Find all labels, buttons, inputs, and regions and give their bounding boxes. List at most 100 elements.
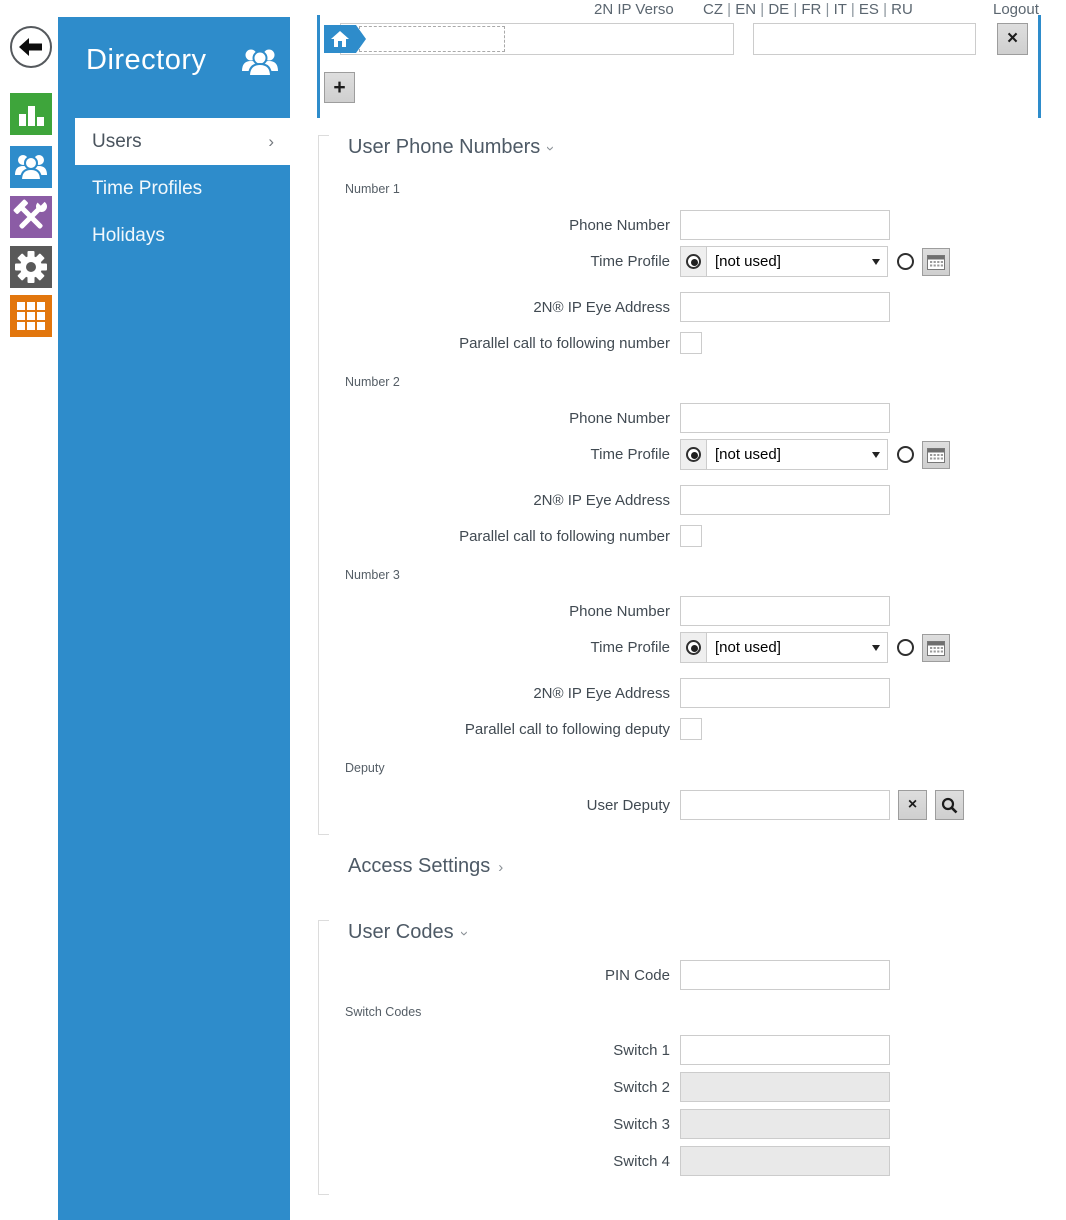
home-icon: [331, 31, 349, 47]
time-profile-3-select[interactable]: [not used]: [706, 632, 888, 663]
calendar-icon: [927, 447, 945, 463]
chevron-right-icon: ›: [268, 132, 274, 152]
calendar-icon: [927, 640, 945, 656]
section-title-access-settings[interactable]: Access Settings›: [348, 855, 503, 878]
ip-eye-address-1-input[interactable]: [680, 292, 890, 322]
time-profile-1-label: Time Profile: [318, 253, 680, 270]
ip-eye-address-1-label: 2N® IP Eye Address: [318, 299, 680, 316]
add-user-button[interactable]: +: [324, 72, 355, 103]
section-title-user-codes[interactable]: User Codes›: [348, 921, 467, 944]
sidebar: Directory Users›Time ProfilesHolidays: [58, 17, 290, 1220]
switch-3-row: Switch 3: [318, 1109, 978, 1139]
phone-number-1-label: Phone Number: [318, 217, 680, 234]
time-profile-3-calendar-radio[interactable]: [897, 639, 914, 656]
phone-number-2-label: Phone Number: [318, 410, 680, 427]
ip-eye-address-2-label: 2N® IP Eye Address: [318, 492, 680, 509]
phone-number-1-input[interactable]: [680, 210, 890, 240]
parallel-call-1-checkbox[interactable]: [680, 332, 702, 354]
calendar-icon: [927, 254, 945, 270]
nav-directory[interactable]: [10, 146, 52, 188]
user-tab[interactable]: [324, 25, 356, 53]
plus-icon: +: [333, 76, 345, 100]
user-tab-panel: × +: [317, 15, 1041, 118]
parallel-call-3-label: Parallel call to following deputy: [318, 721, 680, 738]
time-profile-2-select[interactable]: [not used]: [706, 439, 888, 470]
switch-4-row: Switch 4: [318, 1146, 978, 1176]
user-deputy-label: User Deputy: [318, 797, 680, 814]
switch-2-label: Switch 2: [318, 1079, 680, 1096]
chevron-down-icon: ›: [456, 931, 473, 936]
ip-eye-address-2-input[interactable]: [680, 485, 890, 515]
time-profile-2-calendar-button[interactable]: [922, 441, 950, 469]
time-profile-3-calendar-button[interactable]: [922, 634, 950, 662]
sidebar-menu: Users› Time Profiles Holidays: [58, 118, 290, 259]
chevron-down-icon: ›: [542, 146, 559, 151]
time-profile-1-select[interactable]: [not used]: [706, 246, 888, 277]
sidebar-item-label: Time Profiles: [92, 178, 202, 200]
time-profile-3-label: Time Profile: [318, 639, 680, 656]
group-label-number-1: Number 1: [345, 182, 400, 196]
group-label-deputy: Deputy: [345, 761, 385, 775]
time-profile-2-label: Time Profile: [318, 446, 680, 463]
time-profile-1-radio-box: [680, 246, 706, 277]
pin-code-label: PIN Code: [318, 967, 680, 984]
switch-2-row: Switch 2: [318, 1072, 978, 1102]
time-profile-3-radio-box: [680, 632, 706, 663]
user-name-input[interactable]: [359, 26, 505, 52]
switch-3-label: Switch 3: [318, 1116, 680, 1133]
sidebar-item-time-profiles[interactable]: Time Profiles: [58, 165, 290, 212]
close-icon: ×: [908, 796, 917, 814]
parallel-call-2-checkbox[interactable]: [680, 525, 702, 547]
parallel-call-1-label: Parallel call to following number: [318, 335, 680, 352]
search-deputy-button[interactable]: [935, 790, 964, 820]
delete-user-button[interactable]: ×: [997, 23, 1028, 55]
switch-3-input: [680, 1109, 890, 1139]
switch-4-input: [680, 1146, 890, 1176]
chevron-right-icon: ›: [498, 859, 503, 876]
switch-1-row: Switch 1: [318, 1035, 978, 1065]
nav-system[interactable]: [10, 295, 52, 337]
sidebar-item-label: Holidays: [92, 225, 165, 247]
time-profile-2-radio-box: [680, 439, 706, 470]
hardware-tools-icon: [10, 196, 52, 238]
group-label-switch-codes: Switch Codes: [345, 1005, 421, 1019]
switch-1-label: Switch 1: [318, 1042, 680, 1059]
section-title-user-phone-numbers[interactable]: User Phone Numbers›: [348, 136, 553, 159]
services-gear-icon: [10, 246, 52, 288]
ip-eye-address-3-input[interactable]: [680, 678, 890, 708]
back-arrow-icon: [19, 38, 43, 56]
ip-eye-address-3-label: 2N® IP Eye Address: [318, 685, 680, 702]
parallel-call-2-label: Parallel call to following number: [318, 528, 680, 545]
directory-title-users-icon: [238, 44, 282, 82]
nav-hardware[interactable]: [10, 196, 52, 238]
phone-number-2-input[interactable]: [680, 403, 890, 433]
close-icon: ×: [1007, 28, 1018, 50]
time-profile-2-dropdown-radio[interactable]: [686, 447, 701, 462]
directory-users-icon: [10, 146, 52, 188]
sidebar-item-users[interactable]: Users›: [75, 118, 290, 165]
system-grid-icon: [10, 295, 52, 337]
time-profile-1-dropdown-radio[interactable]: [686, 254, 701, 269]
back-button[interactable]: [10, 26, 52, 68]
switch-1-input[interactable]: [680, 1035, 890, 1065]
user-name-field: [340, 23, 734, 55]
status-chart-icon: [10, 93, 52, 135]
clear-deputy-button[interactable]: ×: [898, 790, 927, 820]
time-profile-1-calendar-button[interactable]: [922, 248, 950, 276]
group-label-number-3: Number 3: [345, 568, 400, 582]
switch-2-input: [680, 1072, 890, 1102]
pin-code-input[interactable]: [680, 960, 890, 990]
time-profile-1-calendar-radio[interactable]: [897, 253, 914, 270]
sidebar-item-holidays[interactable]: Holidays: [58, 212, 290, 259]
time-profile-3-dropdown-radio[interactable]: [686, 640, 701, 655]
search-icon: [941, 797, 958, 814]
nav-services[interactable]: [10, 246, 52, 288]
phone-number-3-input[interactable]: [680, 596, 890, 626]
phone-number-3-label: Phone Number: [318, 603, 680, 620]
user-deputy-input[interactable]: [680, 790, 890, 820]
app-window: 2N IP Verso CZ | EN | DE | FR | IT | ES …: [0, 0, 1066, 1220]
nav-status[interactable]: [10, 93, 52, 135]
user-email-input[interactable]: [753, 23, 976, 55]
parallel-call-3-checkbox[interactable]: [680, 718, 702, 740]
time-profile-2-calendar-radio[interactable]: [897, 446, 914, 463]
